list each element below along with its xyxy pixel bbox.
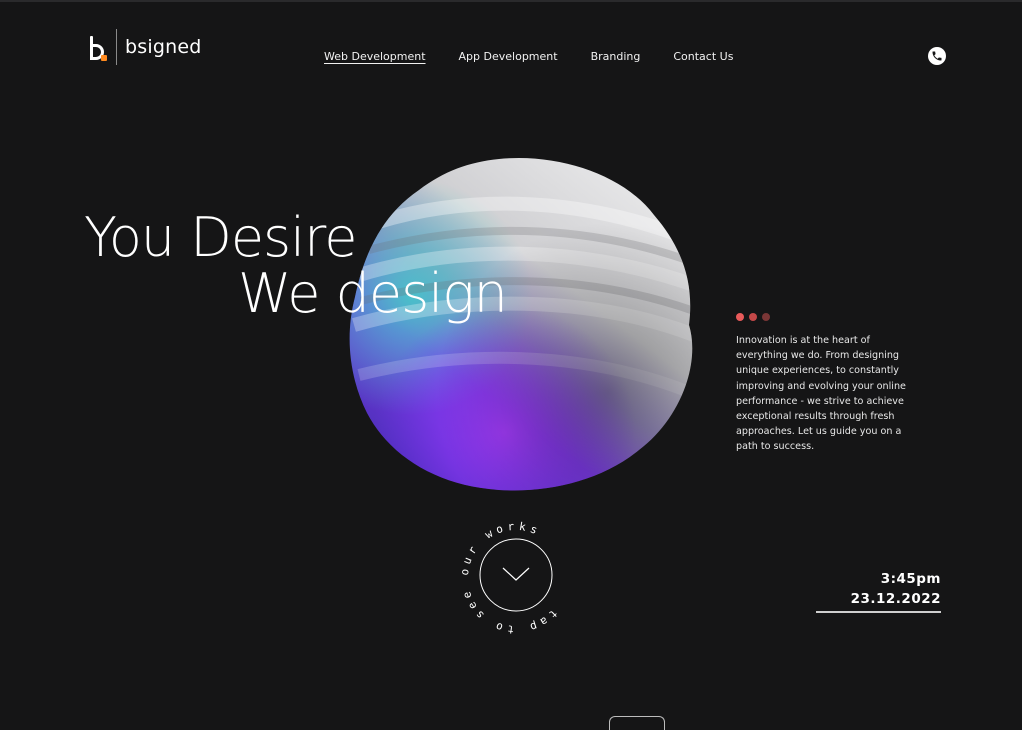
dot-1[interactable] xyxy=(736,313,744,321)
nav-item-app-development[interactable]: App Development xyxy=(459,50,558,63)
svg-text:tap to see our works: tap to see our works xyxy=(456,518,576,638)
scroll-to-works-button[interactable]: tap to see our works xyxy=(456,518,576,638)
dot-2[interactable] xyxy=(749,313,757,321)
logo-divider xyxy=(116,29,117,65)
bottom-tab-handle[interactable] xyxy=(609,716,665,730)
scroll-cta-text: tap to see our works xyxy=(456,518,576,638)
top-strip xyxy=(0,0,1022,2)
clock-underline xyxy=(816,611,941,613)
chevron-down-icon xyxy=(502,567,530,581)
logo-mark-icon xyxy=(88,32,110,62)
dot-3[interactable] xyxy=(762,313,770,321)
hero-headline-line-2: We design xyxy=(238,262,508,325)
brand-name: bsigned xyxy=(125,36,202,58)
nav-item-contact-us[interactable]: Contact Us xyxy=(673,50,733,63)
slider-dots xyxy=(736,313,770,321)
clock-time: 3:45pm xyxy=(880,571,941,587)
hero-headline-line-1: You Desire xyxy=(84,206,357,269)
main-nav: Web Development App Development Branding… xyxy=(324,50,733,63)
phone-button[interactable] xyxy=(928,47,946,65)
phone-icon xyxy=(932,51,942,61)
brand-logo[interactable]: bsigned xyxy=(88,29,218,65)
clock-date: 23.12.2022 xyxy=(850,591,941,607)
intro-paragraph: Innovation is at the heart of everything… xyxy=(736,335,906,453)
nav-item-web-development[interactable]: Web Development xyxy=(324,50,426,63)
nav-item-branding[interactable]: Branding xyxy=(591,50,641,63)
